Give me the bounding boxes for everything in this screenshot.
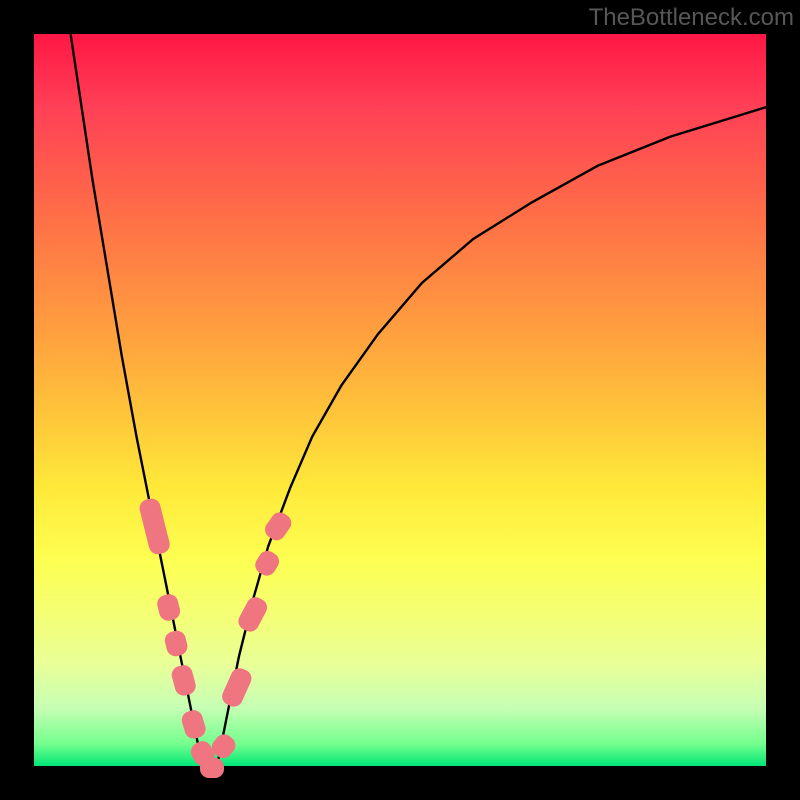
data-marker [252, 548, 282, 579]
marker-layer [34, 34, 766, 766]
bottleneck-curve-left [71, 34, 203, 766]
data-marker [180, 708, 208, 741]
data-marker [170, 663, 198, 697]
data-marker [261, 509, 294, 544]
data-marker [164, 629, 190, 658]
chart-stage: TheBottleneck.com [0, 0, 800, 800]
curve-layer [34, 34, 766, 766]
data-marker [156, 592, 182, 622]
data-marker [219, 665, 254, 709]
watermark-text: TheBottleneck.com [589, 4, 794, 32]
plot-area [34, 34, 766, 766]
data-marker [208, 731, 238, 762]
data-marker [200, 758, 224, 779]
data-marker [138, 497, 171, 556]
data-marker [235, 594, 270, 635]
data-marker [188, 738, 218, 769]
bottleneck-curve-right [217, 107, 766, 766]
